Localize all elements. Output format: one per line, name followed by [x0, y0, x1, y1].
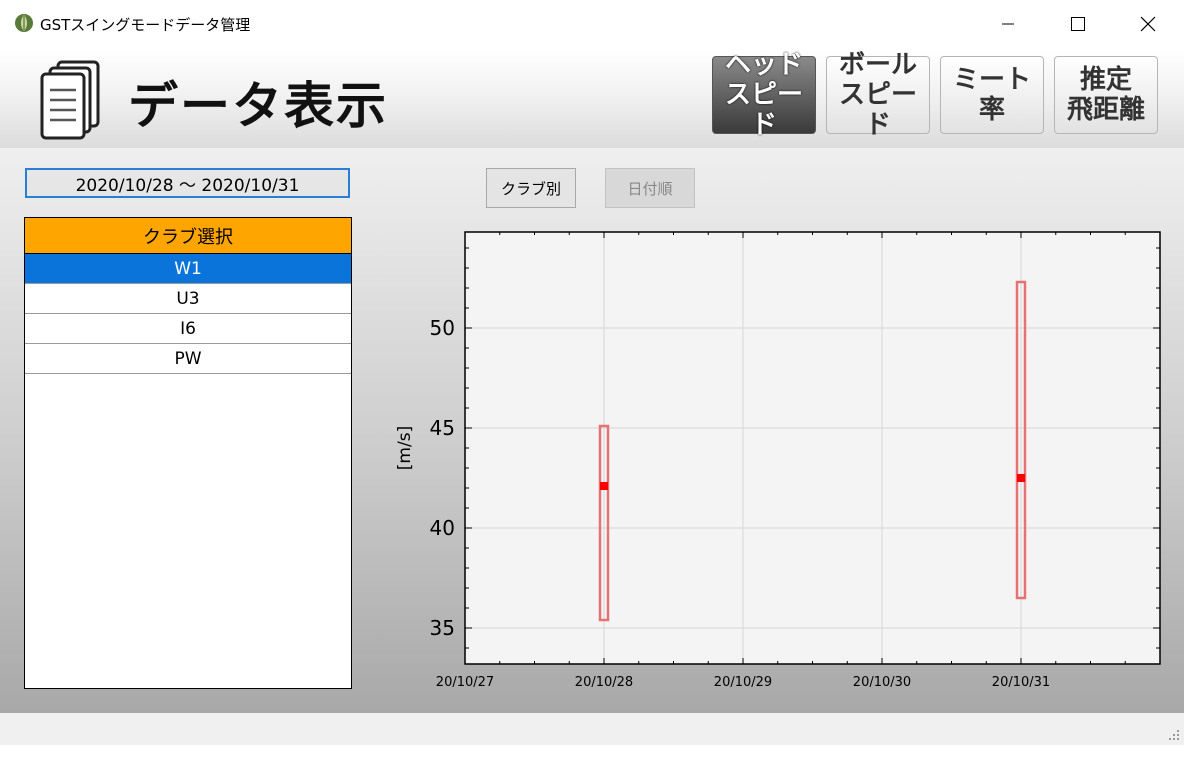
smash-factor-button[interactable]: ミート率 — [940, 56, 1044, 134]
y-tick-label: 35 — [430, 616, 455, 640]
mean-marker — [600, 482, 608, 490]
x-tick-label: 20/10/28 — [575, 675, 633, 690]
page-title: データ表示 — [128, 77, 388, 135]
close-icon — [1140, 16, 1156, 32]
status-bar — [0, 713, 1184, 745]
maximize-button[interactable] — [1043, 0, 1113, 48]
ball-speed-button[interactable]: ボール スピード — [826, 50, 930, 140]
main-area: 2020/10/28 ～ 2020/10/31 クラブ選択 W1 U3 I6 P… — [0, 148, 1184, 713]
estimated-distance-button[interactable]: 推定 飛距離 — [1054, 56, 1158, 134]
club-item-i6[interactable]: I6 — [25, 314, 351, 344]
resize-grip-icon[interactable] — [1166, 727, 1180, 741]
window-title: GSTスイングモードデータ管理 — [40, 16, 251, 34]
x-tick-label: 20/10/31 — [992, 675, 1050, 690]
x-tick-label: 20/10/30 — [853, 675, 911, 690]
club-list-header: クラブ選択 — [25, 218, 351, 254]
mean-marker — [1017, 474, 1025, 482]
minimize-icon — [1002, 23, 1014, 25]
date-range-field[interactable]: 2020/10/28 ～ 2020/10/31 — [25, 168, 350, 198]
maximize-icon — [1071, 17, 1085, 31]
head-speed-chart: 20/10/27 20/10/28 20/10/29 20/10/30 20/10/31… — [395, 231, 1161, 690]
club-item-pw[interactable]: PW — [25, 344, 351, 374]
y-axis-label: [m/s] — [395, 426, 415, 470]
sort-by-club-button[interactable]: クラブ別 — [486, 168, 576, 208]
sort-by-date-button: 日付順 — [605, 168, 695, 208]
club-select-list: クラブ選択 W1 U3 I6 PW — [24, 217, 352, 689]
x-tick-label: 20/10/27 — [436, 675, 494, 690]
y-tick-label: 45 — [430, 416, 455, 440]
app-logo-icon — [15, 14, 33, 32]
y-tick-label: 50 — [430, 316, 455, 340]
title-bar: GSTスイングモードデータ管理 — [0, 0, 1184, 48]
documents-icon — [40, 60, 100, 140]
header-bar: データ表示 ヘッド スピード ボール スピード ミート率 推定 飛距離 — [0, 48, 1184, 148]
close-button[interactable] — [1113, 0, 1183, 48]
x-tick-label: 20/10/29 — [714, 675, 772, 690]
minimize-button[interactable] — [973, 0, 1043, 48]
club-item-w1[interactable]: W1 — [25, 254, 351, 284]
club-item-u3[interactable]: U3 — [25, 284, 351, 314]
y-tick-label: 40 — [430, 516, 455, 540]
head-speed-button[interactable]: ヘッド スピード — [712, 50, 816, 140]
plot-area — [465, 232, 1160, 664]
